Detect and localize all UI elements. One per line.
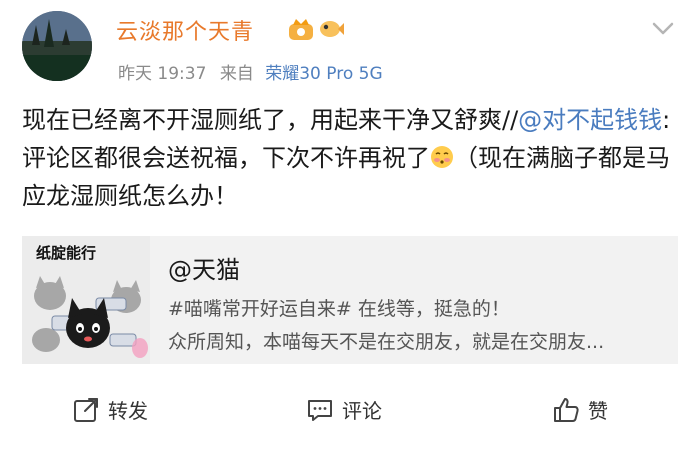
- vip-crown-icon[interactable]: [288, 16, 314, 42]
- embedded-post-card[interactable]: 纸腚能行 @天猫 #喵嘴常开好运自来# 在线等，挺急的！ 众所周知，本喵每天不是…: [22, 236, 678, 364]
- like-icon: [554, 397, 579, 422]
- card-summary-line2: 众所周知，本喵每天不是在交朋友，就是在交朋友...: [168, 331, 605, 353]
- card-title[interactable]: @天猫: [168, 250, 240, 285]
- repost-button[interactable]: 转发: [72, 395, 148, 424]
- post-text: 现在已经离不开湿厕纸了，用起来干净又舒爽//@对不起钱钱:评论区都很会送祝福，下…: [22, 101, 682, 215]
- user-badges: [288, 16, 344, 42]
- action-bar: 转发 评论 赞: [0, 395, 700, 439]
- post-meta: 昨天 19:37 来自 荣耀30 Pro 5G: [118, 59, 383, 84]
- like-button[interactable]: 赞: [552, 395, 608, 424]
- tmall-cats-illustration: [32, 276, 148, 358]
- repost-label: 转发: [108, 399, 148, 423]
- post-text-part1: 现在已经离不开湿厕纸了，用起来干净又舒爽//: [22, 106, 519, 134]
- card-thumbnail: 纸腚能行: [22, 236, 150, 364]
- fish-badge-icon[interactable]: [318, 16, 344, 42]
- comment-icon: [308, 399, 332, 421]
- like-label: 赞: [588, 399, 608, 423]
- post-time: 昨天 19:37: [118, 64, 207, 84]
- repost-icon: [74, 397, 98, 422]
- comment-button[interactable]: 评论: [306, 395, 382, 424]
- avatar[interactable]: [22, 11, 92, 81]
- source-prefix: 来自: [219, 64, 254, 84]
- username[interactable]: 云淡那个天青: [116, 14, 254, 46]
- card-summary-line1: #喵嘴常开好运自来# 在线等，挺急的！: [168, 298, 510, 320]
- mention-link[interactable]: @对不起钱钱: [518, 106, 662, 134]
- chevron-down-icon[interactable]: [650, 18, 676, 40]
- comment-label: 评论: [342, 399, 382, 423]
- device-name[interactable]: 荣耀30 Pro 5G: [265, 64, 382, 84]
- blush-emoji: [431, 146, 453, 168]
